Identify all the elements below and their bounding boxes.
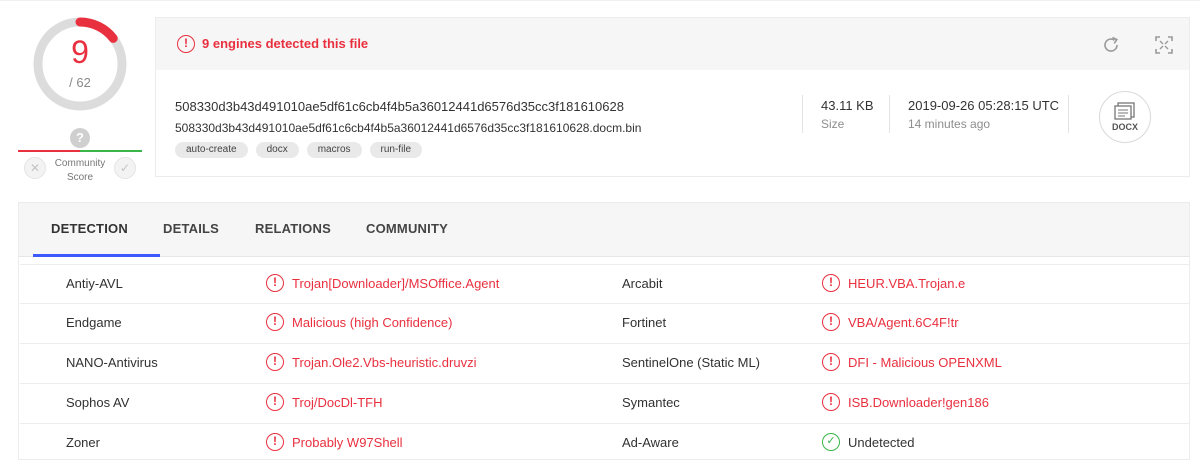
detection-result: Troj/DocDl-TFH <box>292 395 383 410</box>
analysis-relative-time: 14 minutes ago <box>908 117 991 131</box>
file-summary-card: ! 9 engines detected this file 508330d3b… <box>155 17 1190 177</box>
detection-table: Antiy-AVL! Trojan[Downloader]/MSOffice.Ag… <box>20 264 1190 462</box>
table-row: Zoner! Probably W97Shell Ad-Aware ✓ Undetect… <box>20 424 1190 462</box>
tab-detection[interactable]: DETECTION <box>51 221 128 236</box>
tab-bar: DETECTION DETAILS RELATIONS COMMUNITY <box>19 203 1189 257</box>
document-icon <box>1114 102 1135 120</box>
table-row: Endgame! Malicious (high Confidence) Forti… <box>20 304 1190 344</box>
alert-circle-icon: ! <box>266 353 284 371</box>
tag-chip[interactable]: auto-create <box>175 142 248 158</box>
report-tabs-card: DETECTION DETAILS RELATIONS COMMUNITY An… <box>18 202 1190 460</box>
detection-result: DFI - Malicious OPENXML <box>848 355 1002 370</box>
table-row: Antiy-AVL! Trojan[Downloader]/MSOffice.Ag… <box>20 264 1190 304</box>
file-size-value: 43.11 KB <box>821 98 874 113</box>
file-size-label: Size <box>821 117 845 131</box>
table-row: Sophos AV! Troj/DocDl-TFH Symantec! ISB.Dow… <box>20 384 1190 424</box>
tag-list: auto-create docx macros run-file <box>175 142 423 158</box>
active-tab-indicator <box>33 254 160 257</box>
detection-result: ISB.Downloader!gen186 <box>848 395 989 410</box>
table-row: NANO-Antivirus! Trojan.Ole2.Vbs-heuristic… <box>20 344 1190 384</box>
engine-name: SentinelOne (Static ML) <box>622 355 761 370</box>
alert-circle-icon: ! <box>822 274 840 292</box>
community-score-label: Community Score <box>54 158 106 183</box>
alert-circle-icon: ! <box>822 353 840 371</box>
check-circle-icon: ✓ <box>822 433 840 451</box>
divider <box>889 95 890 133</box>
tag-chip[interactable]: run-file <box>369 142 423 158</box>
tag-chip[interactable]: macros <box>306 142 362 158</box>
help-icon[interactable]: ? <box>70 128 90 148</box>
alert-circle-icon: ! <box>822 313 840 331</box>
alert-circle-icon: ! <box>266 274 284 292</box>
alert-circle-icon: ! <box>822 393 840 411</box>
community-score-bar-negative <box>18 150 80 152</box>
community-score-bar-positive <box>80 150 142 152</box>
detection-result: Trojan[Downloader]/MSOffice.Agent <box>292 276 500 291</box>
engine-name: Fortinet <box>622 315 667 330</box>
detection-result: VBA/Agent.6C4F!tr <box>848 315 959 330</box>
summary-header: ! 9 engines detected this file <box>156 18 1189 70</box>
alert-circle-icon: ! <box>266 313 284 331</box>
engine-name: Symantec <box>622 395 680 410</box>
file-type-badge: DOCX <box>1099 91 1151 143</box>
tab-details[interactable]: DETAILS <box>163 221 219 236</box>
reload-icon[interactable] <box>1100 34 1122 56</box>
alert-circle-icon: ! <box>266 393 284 411</box>
tab-relations[interactable]: RELATIONS <box>255 221 331 236</box>
vote-harmful-icon[interactable]: ✕ <box>24 157 46 179</box>
engine-name: Endgame <box>66 315 122 330</box>
detection-score-gauge: 9 / 62 <box>30 14 130 114</box>
top-divider <box>0 0 1200 1</box>
engine-name: NANO-Antivirus <box>66 355 158 370</box>
detection-result: Probably W97Shell <box>292 435 403 450</box>
tab-community[interactable]: COMMUNITY <box>366 221 448 236</box>
file-hash[interactable]: 508330d3b43d491010ae5df61c6cb4f4b5a36012… <box>175 99 624 114</box>
detection-result: HEUR.VBA.Trojan.e <box>848 276 966 291</box>
divider <box>802 95 803 133</box>
alert-circle-icon: ! <box>266 433 284 451</box>
detection-count: 9 <box>71 34 89 70</box>
expand-icon[interactable] <box>1153 34 1175 56</box>
alert-icon: ! <box>177 35 195 53</box>
vote-harmless-icon[interactable]: ✓ <box>114 157 136 179</box>
engine-name: Antiy-AVL <box>66 276 123 291</box>
tag-chip[interactable]: docx <box>255 142 299 158</box>
engine-name: Sophos AV <box>66 395 130 410</box>
engine-name: Zoner <box>66 435 100 450</box>
analysis-date: 2019-09-26 05:28:15 UTC <box>908 98 1060 113</box>
file-type-label: DOCX <box>1111 122 1138 132</box>
detection-alert: 9 engines detected this file <box>202 36 369 51</box>
detection-result: Malicious (high Confidence) <box>292 315 453 330</box>
file-name: 508330d3b43d491010ae5df61c6cb4f4b5a36012… <box>175 121 642 135</box>
detection-result: Undetected <box>848 435 915 450</box>
engine-name: Ad-Aware <box>622 435 679 450</box>
engine-total: / 62 <box>69 75 91 90</box>
divider <box>1068 95 1069 133</box>
engine-name: Arcabit <box>622 276 663 291</box>
detection-result: Trojan.Ole2.Vbs-heuristic.druvzi <box>292 355 477 370</box>
